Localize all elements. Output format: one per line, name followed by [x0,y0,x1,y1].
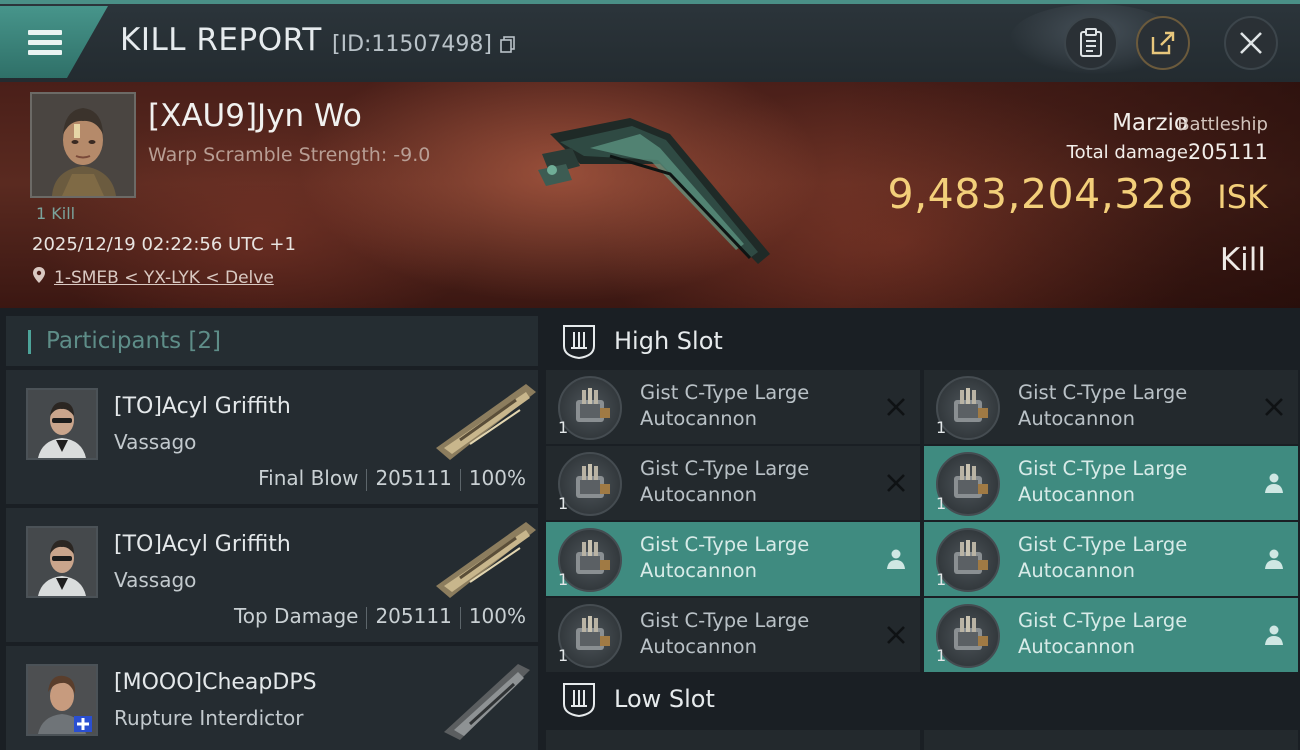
participant-avatar[interactable] [26,664,98,736]
module-quantity: 1 [936,494,947,513]
participant-damage: 205111 [375,604,452,628]
victim-ship-image [538,118,770,264]
victim-ship-class: Battleship [1177,114,1268,135]
dropped-person-icon [1265,473,1283,493]
participant-role: Final Blow [258,466,359,490]
dropped-person-icon [887,549,905,569]
header-bar: KILL REPORT [ID:11507498] [0,0,1300,82]
kill-type-label: Kill [1219,242,1266,278]
participant-ship: Rupture Interdictor [114,706,304,730]
share-button[interactable] [1136,16,1190,70]
module-name: Gist C-Type Large Autocannon [640,381,810,430]
close-button[interactable] [1224,16,1278,70]
high-slot-module[interactable]: 1 Gist C-Type Large Autocannon [546,598,920,672]
clipboard-button[interactable] [1064,16,1118,70]
victim-avatar[interactable] [30,92,136,198]
menu-button[interactable] [0,6,108,78]
high-slot-module[interactable]: 1 Gist C-Type Large Autocannon [546,446,920,520]
high-slot-module[interactable]: 1 Gist C-Type Large Autocannon [924,598,1298,672]
participant-avatar[interactable] [26,526,98,598]
participant-ship-image [436,522,536,598]
high-slot-module[interactable]: 1 Gist C-Type Large Autocannon [924,370,1298,444]
module-name: Gist C-Type Large Autocannon [1018,381,1188,430]
module-quantity: 1 [558,418,569,437]
close-icon [1240,32,1262,54]
high-slot-module[interactable]: 1 Gist C-Type Large Autocannon [924,446,1298,520]
low-slot-module[interactable] [546,730,920,750]
participant-ship: Vassago [114,568,197,592]
participant-ship-image [444,664,530,740]
victim-banner: [XAU9]Jyn Wo Warp Scramble Strength: -9.… [0,82,1300,308]
isk-value: 9,483,204,328 [887,170,1194,218]
kill-timestamp: 2025/12/19 02:22:56 UTC +1 [32,234,296,255]
participant-percent: 100% [468,466,526,490]
share-icon [1151,31,1175,55]
module-quantity: 1 [936,418,947,437]
participant-ship: Vassago [114,430,197,454]
module-quantity: 1 [558,570,569,589]
total-damage-label: Total damage: [1066,142,1194,163]
participant-role: Top Damage [233,604,359,628]
destroyed-x-icon [887,474,905,492]
participant-row[interactable]: [TO]Acyl Griffith Vassago Final Blow 2051… [6,370,538,504]
participant-stats: Final Blow 205111 100% [258,466,526,491]
destroyed-x-icon [887,626,905,644]
module-name: Gist C-Type Large Autocannon [640,609,810,658]
dropped-person-icon [1265,625,1283,645]
low-slot-module[interactable] [924,730,1298,750]
victim-kill-count: 1 Kill [36,204,76,223]
high-slot-module[interactable]: 1 Gist C-Type Large Autocannon [546,370,920,444]
module-name: Gist C-Type Large Autocannon [1018,609,1188,658]
destroyed-x-icon [887,398,905,416]
high-slot-header: High Slot [546,314,1300,370]
module-name: Gist C-Type Large Autocannon [640,533,810,582]
module-name: Gist C-Type Large Autocannon [1018,457,1188,506]
module-name: Gist C-Type Large Autocannon [1018,533,1188,582]
participant-name[interactable]: [TO]Acyl Griffith [114,532,291,557]
total-damage-value: 205111 [1187,140,1268,164]
high-slot-module[interactable]: 1 Gist C-Type Large Autocannon [546,522,920,596]
participant-stats: Top Damage 205111 100% [234,604,526,629]
participant-row[interactable]: [MOOO]CheapDPS Rupture Interdictor [6,646,538,750]
destroyed-x-icon [1265,398,1283,416]
participant-avatar[interactable] [26,388,98,460]
copy-icon[interactable] [500,36,516,54]
victim-name[interactable]: [XAU9]Jyn Wo [148,98,362,134]
low-slot-header: Low Slot [546,672,1300,728]
kill-report-id: [ID:11507498] [332,32,492,57]
participant-name[interactable]: [MOOO]CheapDPS [114,670,317,695]
participant-row[interactable]: [TO]Acyl Griffith Vassago Top Damage 2051… [6,508,538,642]
dropped-person-icon [1265,549,1283,569]
page-title: KILL REPORT [120,22,322,58]
module-name: Gist C-Type Large Autocannon [640,457,810,506]
clipboard-icon [1080,28,1102,57]
isk-unit: ISK [1217,178,1268,216]
participant-damage: 205111 [375,466,452,490]
participants-header: Participants [2] [6,316,538,366]
location-pin-icon [33,267,45,283]
low-slot-label: Low Slot [614,685,715,713]
participant-ship-image [436,384,536,460]
module-quantity: 1 [558,494,569,513]
participant-percent: 100% [468,604,526,628]
participants-title: Participants [2] [46,328,222,354]
participants-count: [2] [188,328,222,354]
participant-name[interactable]: [TO]Acyl Griffith [114,394,291,419]
module-quantity: 1 [936,646,947,665]
warp-scramble-strength: Warp Scramble Strength: -9.0 [148,144,431,166]
module-quantity: 1 [558,646,569,665]
high-slot-module[interactable]: 1 Gist C-Type Large Autocannon [924,522,1298,596]
slot-icon [563,683,595,718]
kill-location-link[interactable]: 1-SMEB < YX-LYK < Delve [54,268,274,288]
menu-icon [28,30,62,56]
module-quantity: 1 [936,570,947,589]
high-slot-label: High Slot [614,327,723,355]
slot-icon [563,325,595,360]
